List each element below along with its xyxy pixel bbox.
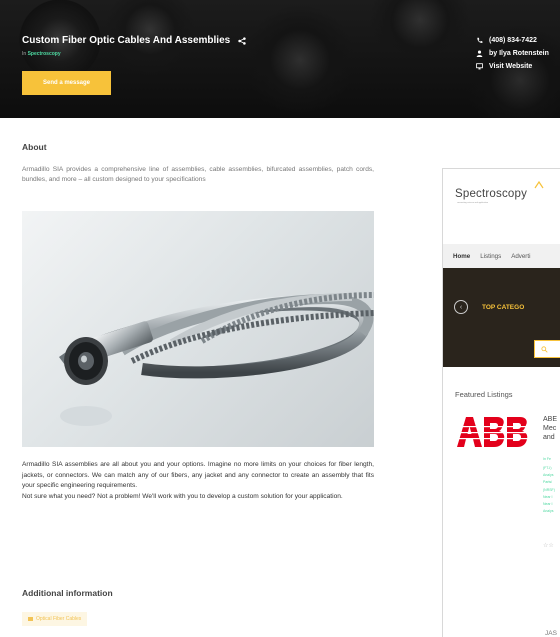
listing-link[interactable]: Parts/: [543, 479, 555, 486]
search-button[interactable]: [534, 340, 560, 358]
listing-link[interactable]: Analys: [543, 472, 555, 479]
listing-link[interactable]: Near I: [543, 501, 555, 508]
additional-info-heading: Additional information: [22, 588, 113, 598]
about-text: Armadillo SIA provides a comprehensive l…: [22, 166, 374, 183]
site-nav: Home Listings Adverti: [443, 244, 560, 268]
website-link: Visit Website: [489, 63, 533, 70]
nav-home[interactable]: Home: [453, 253, 470, 260]
listing-link[interactable]: Near I: [543, 494, 555, 501]
site-logo[interactable]: Spectroscopy: [455, 188, 527, 200]
listing-title-line: and: [543, 434, 555, 441]
in-prefix: In: [22, 51, 27, 57]
listing-link[interactable]: (FT-I): [543, 465, 555, 472]
listing-link[interactable]: Analys: [543, 508, 555, 515]
folder-icon: [28, 617, 33, 621]
rating-stars: ☆☆: [543, 543, 554, 549]
listing-title-line: ABE: [543, 416, 558, 423]
listing-card-links: (FT-I) Analys Parts/ (NRSF) Near I Near …: [543, 465, 555, 515]
author-name: by Ilya Rotenstein: [489, 50, 549, 57]
monitor-icon: [476, 63, 483, 70]
listing-card-title[interactable]: ABE Mec and: [543, 415, 560, 442]
nav-advertise[interactable]: Adverti: [511, 253, 530, 260]
share-icon[interactable]: [238, 36, 246, 45]
listing-category-line: In Spectroscopy: [22, 51, 61, 57]
description-text: Armadillo SIA assemblies are all about y…: [22, 460, 374, 502]
listing-title-row: Custom Fiber Optic Cables And Assemblies: [22, 35, 246, 46]
description-paragraph-2: Not sure what you need? Not a problem! W…: [22, 492, 343, 500]
nav-listings[interactable]: Listings: [480, 253, 501, 260]
site-logo-tagline: connecting science and application: [457, 202, 489, 204]
listing-title: Custom Fiber Optic Cables And Assemblies: [22, 35, 231, 46]
listing-hero: Custom Fiber Optic Cables And Assemblies…: [0, 0, 560, 118]
author-row[interactable]: by Ilya Rotenstein: [476, 47, 549, 60]
listing-link[interactable]: (NRSF): [543, 487, 555, 494]
product-photo: [22, 211, 374, 447]
chevron-left-icon[interactable]: ‹: [454, 300, 468, 314]
top-categories-band: ‹ TOP CATEGO: [443, 268, 560, 367]
phone-icon: [477, 37, 483, 43]
category-tag-label: Optical Fiber Cables: [36, 616, 82, 622]
phone-row[interactable]: (408) 834-7422: [476, 34, 549, 47]
category-link[interactable]: Spectroscopy: [28, 51, 61, 57]
send-message-button[interactable]: Send a message: [22, 71, 111, 95]
logo-mark-icon: [534, 180, 544, 189]
listing-title-line: Mec: [543, 425, 557, 432]
about-heading: About: [22, 142, 47, 152]
abb-logo[interactable]: [457, 417, 531, 447]
contact-info: (408) 834-7422 by Ilya Rotenstein Visit …: [476, 34, 549, 73]
description-paragraph-1: Armadillo SIA assemblies are all about y…: [22, 461, 374, 489]
embedded-site-preview: Spectroscopy connecting science and appl…: [442, 168, 560, 637]
user-icon: [476, 50, 483, 57]
featured-listings-heading: Featured Listings: [455, 390, 513, 399]
search-icon: [541, 345, 548, 353]
website-row[interactable]: Visit Website: [476, 60, 549, 73]
top-categories-title: TOP CATEGO: [482, 304, 525, 311]
phone-number: (408) 834-7422: [489, 37, 537, 44]
listing-card-category[interactable]: In Fe: [543, 457, 551, 461]
next-listing-title[interactable]: JAS: [545, 630, 557, 637]
category-tag[interactable]: Optical Fiber Cables: [22, 612, 88, 626]
